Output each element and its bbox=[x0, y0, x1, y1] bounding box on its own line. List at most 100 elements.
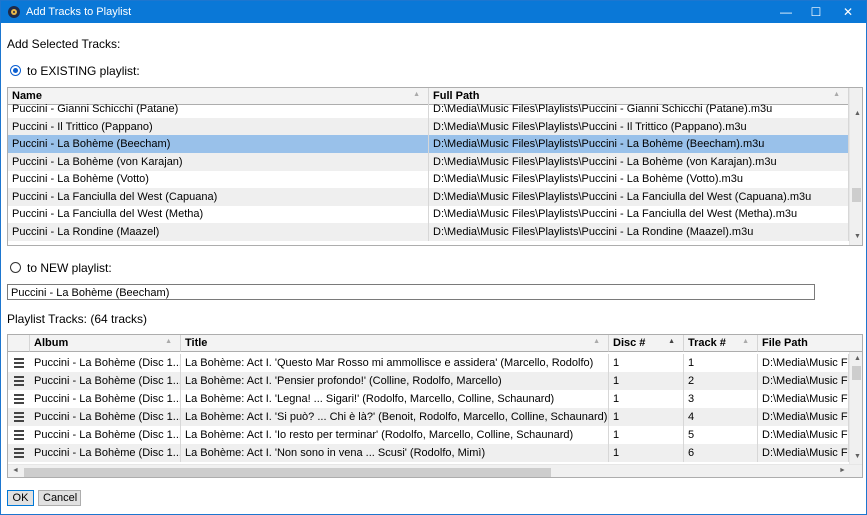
playlist-row[interactable]: Puccini - La Bohème (Beecham) D:\Media\Mu… bbox=[8, 135, 849, 153]
playlist-row[interactable]: Puccini - La Rondine (Maazel) D:\Media\Mu… bbox=[8, 222, 849, 241]
playlist-path-cell: D:\Media\Music Files\Playlists\Puccini -… bbox=[429, 187, 849, 206]
existing-grid-scrollbar[interactable]: ▲ ▼ bbox=[849, 88, 862, 245]
tracks-grid-hscrollbar[interactable]: ◄ ► bbox=[8, 464, 862, 477]
column-header-file-path[interactable]: File Path bbox=[758, 335, 862, 352]
existing-playlist-label[interactable]: to EXISTING playlist: bbox=[27, 64, 140, 78]
ok-button[interactable]: OK bbox=[7, 490, 34, 506]
track-cell: 6 bbox=[684, 444, 758, 462]
disc-cell: 1 bbox=[609, 408, 684, 426]
album-cell: Puccini - La Bohème (Disc 1... bbox=[30, 444, 181, 462]
track-row[interactable]: Puccini - La Bohème (Disc 1... La Bohème:… bbox=[8, 354, 849, 372]
album-cell: Puccini - La Bohème (Disc 1... bbox=[30, 372, 181, 390]
playlist-name-cell: Puccini - La Bohème (Beecham) bbox=[8, 135, 429, 153]
title-cell: La Bohème: Act I. 'Legna! ... Sigari!' (… bbox=[181, 390, 609, 408]
add-selected-heading: Add Selected Tracks: bbox=[7, 37, 121, 51]
playlist-name-cell: Puccini - Gianni Schicchi (Patane) bbox=[8, 100, 429, 118]
cancel-button[interactable]: Cancel bbox=[38, 490, 81, 506]
title-cell: La Bohème: Act I. 'Pensier profondo!' (C… bbox=[181, 372, 609, 390]
file-path-cell: D:\Media\Music Fil bbox=[758, 390, 849, 408]
track-row[interactable]: Puccini - La Bohème (Disc 1... La Bohème:… bbox=[8, 444, 849, 462]
disc-cell: 1 bbox=[609, 390, 684, 408]
playlist-path-cell: D:\Media\Music Files\Playlists\Puccini -… bbox=[429, 152, 849, 171]
dialog-window: Add Tracks to Playlist — ☐ ✕ Add Selecte… bbox=[0, 0, 867, 515]
column-header-title[interactable]: Title ▲ bbox=[181, 335, 609, 352]
scroll-down-arrow-icon[interactable]: ▼ bbox=[850, 453, 862, 460]
title-cell: La Bohème: Act I. 'Io resto per terminar… bbox=[181, 426, 609, 444]
drag-handle-icon[interactable] bbox=[12, 408, 26, 426]
file-path-cell: D:\Media\Music Fil bbox=[758, 408, 849, 426]
playlist-path-cell: D:\Media\Music Files\Playlists\Puccini -… bbox=[429, 205, 849, 223]
track-row[interactable]: Puccini - La Bohème (Disc 1... La Bohème:… bbox=[8, 390, 849, 408]
app-icon bbox=[8, 6, 20, 18]
track-row[interactable]: Puccini - La Bohème (Disc 1... La Bohème:… bbox=[8, 426, 849, 444]
file-path-cell: D:\Media\Music Fil bbox=[758, 372, 849, 390]
playlist-path-cell: D:\Media\Music Files\Playlists\Puccini -… bbox=[429, 222, 849, 241]
title-cell: La Bohème: Act I. 'Si può? ... Chi è là?… bbox=[181, 408, 609, 426]
playlist-row[interactable]: Puccini - Gianni Schicchi (Patane) D:\Med… bbox=[8, 100, 849, 118]
column-header-track[interactable]: Track # ▲ bbox=[684, 335, 758, 352]
new-playlist-name-input[interactable]: Puccini - La Bohème (Beecham) bbox=[7, 284, 815, 300]
column-header-album[interactable]: Album ▲ bbox=[30, 335, 181, 352]
column-header-grip bbox=[8, 335, 30, 352]
album-cell: Puccini - La Bohème (Disc 1... bbox=[30, 426, 181, 444]
scroll-up-arrow-icon[interactable]: ▲ bbox=[850, 110, 862, 117]
playlist-path-cell: D:\Media\Music Files\Playlists\Puccini -… bbox=[429, 100, 849, 118]
track-cell: 2 bbox=[684, 372, 758, 390]
track-cell: 1 bbox=[684, 354, 758, 372]
album-cell: Puccini - La Bohème (Disc 1... bbox=[30, 390, 181, 408]
scroll-right-arrow-icon[interactable]: ► bbox=[835, 467, 850, 474]
tracks-grid-vscrollbar[interactable]: ▲ ▼ bbox=[849, 352, 862, 465]
track-cell: 3 bbox=[684, 390, 758, 408]
playlist-row[interactable]: Puccini - La Fanciulla del West (Metha) D… bbox=[8, 205, 849, 223]
drag-handle-icon[interactable] bbox=[12, 372, 26, 390]
sort-arrow-icon: ▲ bbox=[593, 338, 600, 345]
scroll-up-arrow-icon[interactable]: ▲ bbox=[850, 355, 862, 362]
scrollbar-thumb[interactable] bbox=[852, 188, 861, 202]
playlist-tracks-grid: Album ▲ Title ▲ Disc # ▲ Track # ▲ File … bbox=[7, 334, 863, 478]
playlist-name-cell: Puccini - La Fanciulla del West (Metha) bbox=[8, 205, 429, 223]
scroll-left-arrow-icon[interactable]: ◄ bbox=[8, 467, 23, 474]
drag-handle-icon[interactable] bbox=[12, 354, 26, 372]
column-header-label: File Path bbox=[762, 337, 808, 349]
new-playlist-label[interactable]: to NEW playlist: bbox=[27, 261, 112, 275]
sort-arrow-icon: ▲ bbox=[833, 91, 840, 98]
playlist-row[interactable]: Puccini - Il Trittico (Pappano) D:\Media\… bbox=[8, 117, 849, 136]
drag-handle-icon[interactable] bbox=[12, 444, 26, 462]
disc-cell: 1 bbox=[609, 354, 684, 372]
playlist-row[interactable]: Puccini - La Bohème (Votto) D:\Media\Musi… bbox=[8, 170, 849, 188]
track-cell: 5 bbox=[684, 426, 758, 444]
maximize-button[interactable]: ☐ bbox=[801, 1, 831, 23]
playlist-path-cell: D:\Media\Music Files\Playlists\Puccini -… bbox=[429, 117, 849, 136]
drag-handle-icon[interactable] bbox=[12, 390, 26, 408]
minimize-button[interactable]: — bbox=[771, 1, 801, 23]
scrollbar-thumb[interactable] bbox=[24, 468, 551, 477]
file-path-cell: D:\Media\Music Fil bbox=[758, 444, 849, 462]
title-cell: La Bohème: Act I. 'Non sono in vena ... … bbox=[181, 444, 609, 462]
new-playlist-radio[interactable] bbox=[10, 262, 21, 273]
playlist-name-cell: Puccini - La Bohème (Votto) bbox=[8, 170, 429, 188]
drag-handle-icon[interactable] bbox=[12, 426, 26, 444]
file-path-cell: D:\Media\Music Fil bbox=[758, 426, 849, 444]
column-header-label: Track # bbox=[688, 337, 726, 349]
window-title: Add Tracks to Playlist bbox=[26, 6, 132, 18]
file-path-cell: D:\Media\Music Fil bbox=[758, 354, 849, 372]
album-cell: Puccini - La Bohème (Disc 1... bbox=[30, 354, 181, 372]
existing-playlist-grid: Name ▲ Full Path ▲ Puccini - Gianni Schi… bbox=[7, 87, 863, 246]
playlist-row[interactable]: Puccini - La Fanciulla del West (Capuana… bbox=[8, 187, 849, 206]
scroll-down-arrow-icon[interactable]: ▼ bbox=[850, 233, 862, 240]
track-cell: 4 bbox=[684, 408, 758, 426]
sort-arrow-icon: ▲ bbox=[742, 338, 749, 345]
playlist-path-cell: D:\Media\Music Files\Playlists\Puccini -… bbox=[429, 170, 849, 188]
playlist-name-cell: Puccini - La Rondine (Maazel) bbox=[8, 222, 429, 241]
track-row[interactable]: Puccini - La Bohème (Disc 1... La Bohème:… bbox=[8, 408, 849, 426]
album-cell: Puccini - La Bohème (Disc 1... bbox=[30, 408, 181, 426]
title-bar[interactable]: Add Tracks to Playlist — ☐ ✕ bbox=[1, 1, 866, 23]
scrollbar-thumb[interactable] bbox=[852, 366, 861, 380]
playlist-name-cell: Puccini - La Bohème (von Karajan) bbox=[8, 152, 429, 171]
sort-arrow-icon: ▲ bbox=[413, 91, 420, 98]
close-button[interactable]: ✕ bbox=[833, 1, 863, 23]
track-row[interactable]: Puccini - La Bohème (Disc 1... La Bohème:… bbox=[8, 372, 849, 390]
column-header-disc[interactable]: Disc # ▲ bbox=[609, 335, 684, 352]
existing-playlist-radio[interactable] bbox=[10, 65, 21, 76]
playlist-row[interactable]: Puccini - La Bohème (von Karajan) D:\Medi… bbox=[8, 152, 849, 171]
